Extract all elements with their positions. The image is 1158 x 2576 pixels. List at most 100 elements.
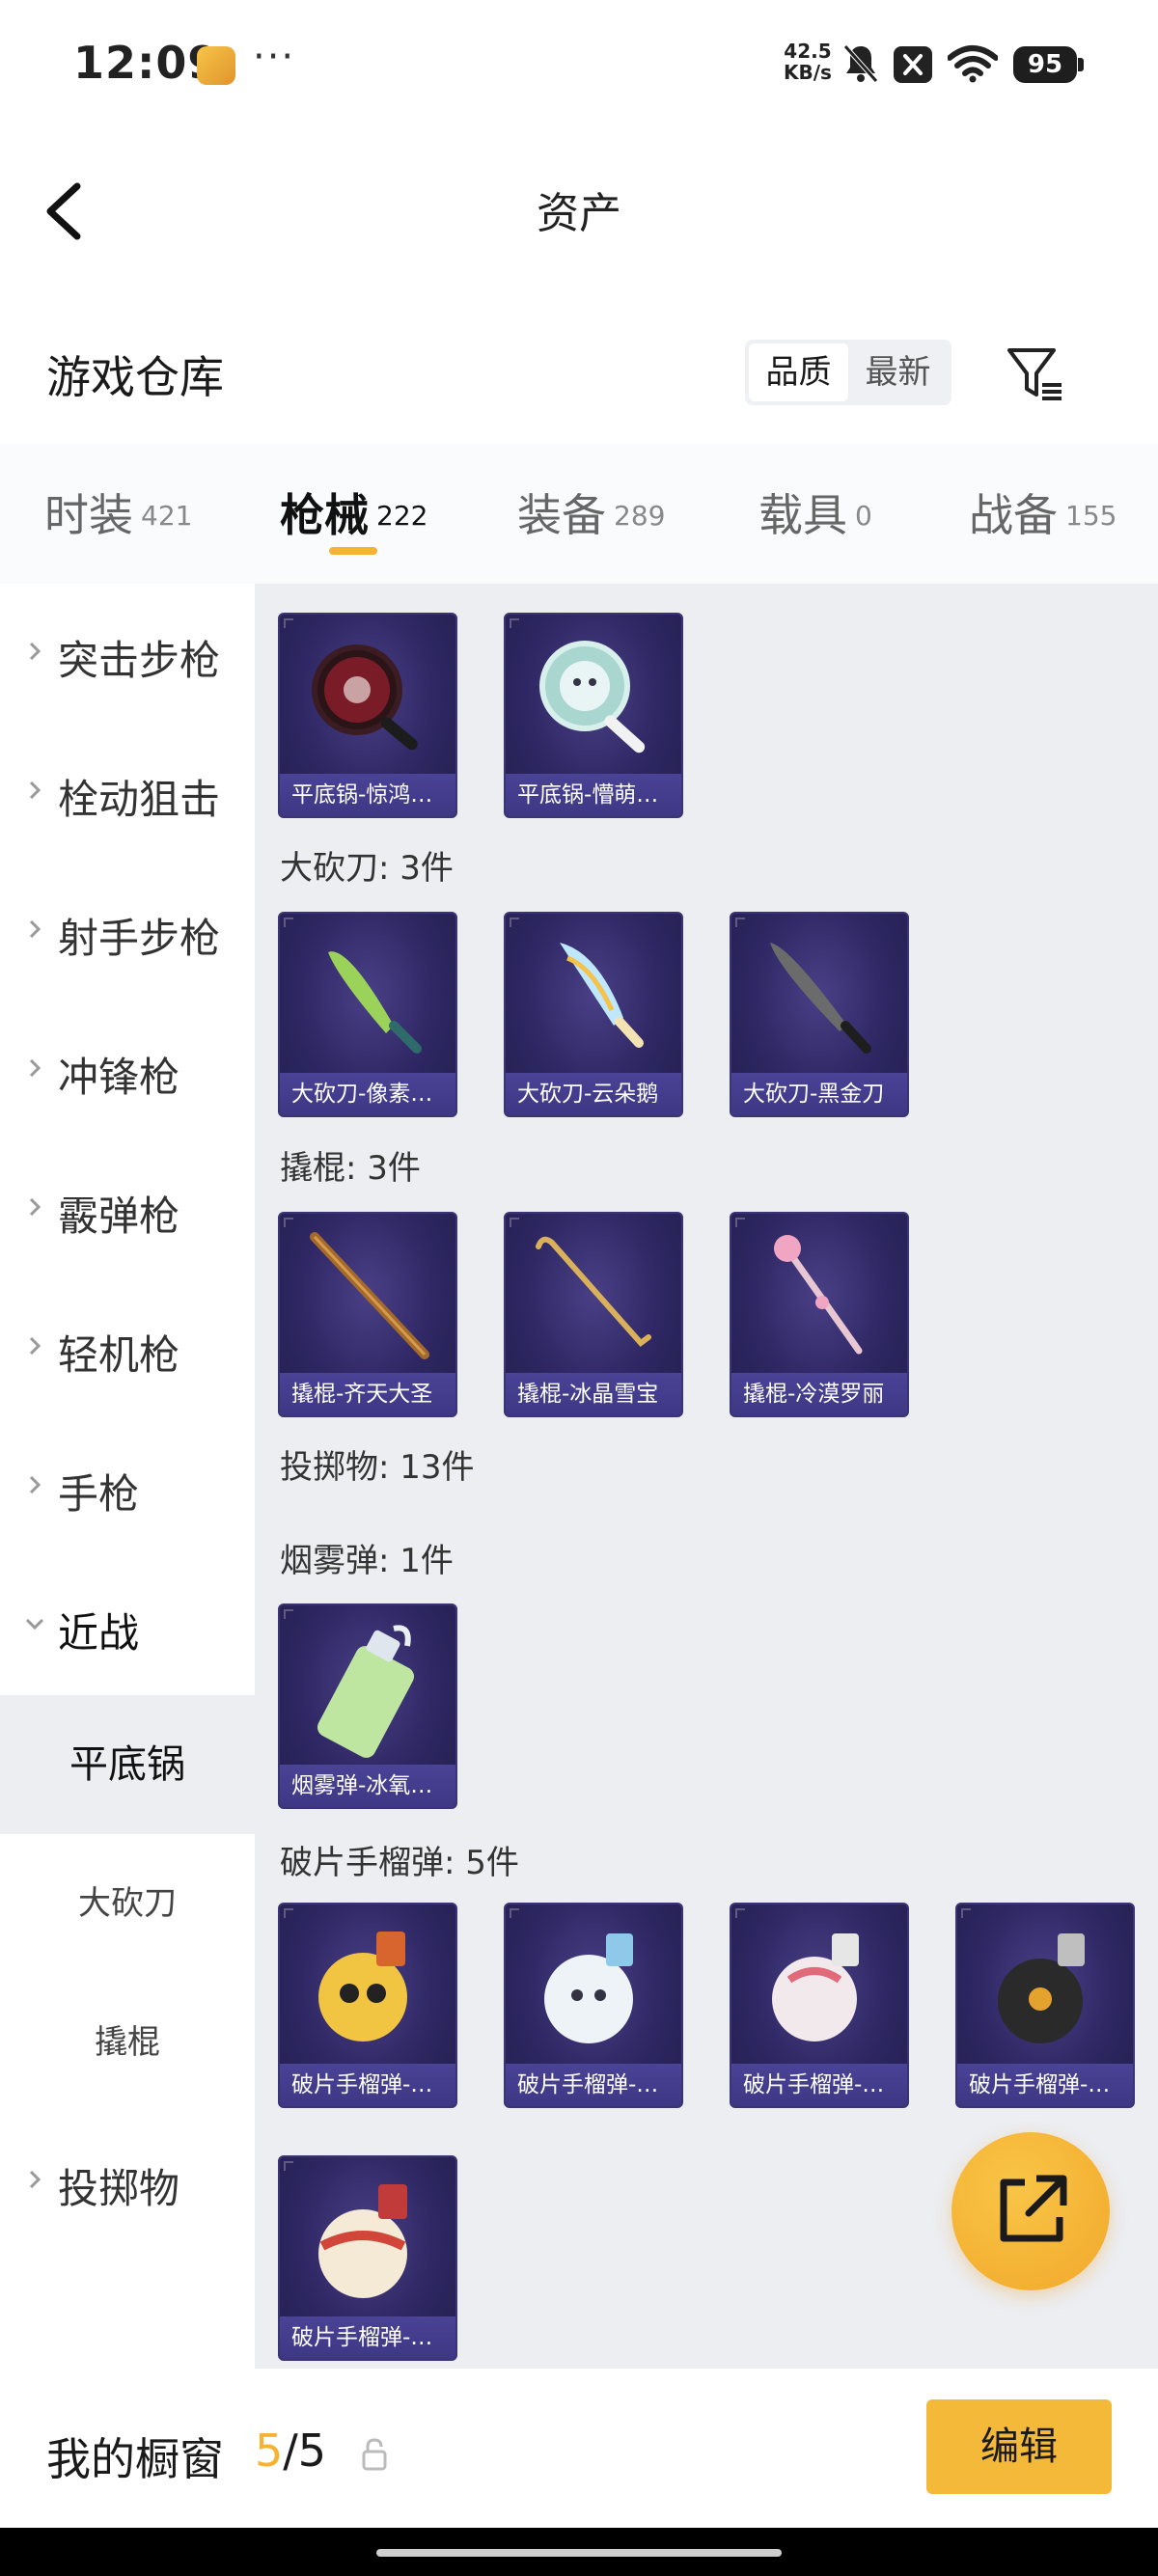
tab-count: 421 — [141, 499, 193, 532]
chevron-right-icon — [29, 919, 41, 939]
more-notifications-icon: ··· — [253, 35, 296, 79]
item-card[interactable]: 破片手榴弹-… — [278, 1903, 457, 2108]
tab-count: 222 — [376, 499, 428, 532]
chevron-right-icon — [29, 1197, 41, 1217]
machete-icon — [560, 943, 644, 1048]
bell-muted-icon — [843, 44, 878, 83]
item-card[interactable]: 破片手榴弹-… — [955, 1903, 1135, 2108]
item-card-label: 平底锅-懵萌… — [506, 774, 681, 816]
chevron-right-icon — [29, 642, 41, 661]
sidebar-item-lmg[interactable]: 轻机枪 — [0, 1278, 255, 1417]
system-nav-bar — [0, 2528, 1158, 2576]
sidebar-item-label: 栓动狙击 — [58, 776, 221, 823]
item-card[interactable]: 破片手榴弹-… — [504, 1903, 683, 2108]
showcase-bar: 我的橱窗 5/5 编辑 — [0, 2369, 1158, 2528]
frag-grenade-icon — [318, 2184, 407, 2298]
share-external-icon — [1000, 2175, 1067, 2242]
page-title: 资产 — [537, 189, 621, 238]
network-speed: 42.5 KB/s — [784, 41, 832, 83]
item-card-label: 破片手榴弹-… — [731, 2064, 907, 2106]
item-card[interactable]: 平底锅-惊鸿… — [278, 613, 457, 818]
sidebar-item-label: 突击步枪 — [58, 637, 221, 684]
sidebar-subitem-pan[interactable]: 平底锅 — [0, 1695, 255, 1834]
sidebar-item-shotgun[interactable]: 霰弹枪 — [0, 1139, 255, 1278]
item-card[interactable]: 大砍刀-像素… — [278, 912, 457, 1117]
sidebar-subitem-machete[interactable]: 大砍刀 — [0, 1834, 255, 1973]
tab-label: 战备 — [969, 489, 1058, 541]
item-card-label: 大砍刀-云朵鹅 — [506, 1073, 681, 1115]
showcase-count-current: 5 — [255, 2425, 284, 2477]
category-sidebar: 突击步枪 栓动狙击 射手步枪 冲锋枪 霰弹枪 轻机枪 手枪 近战 平底锅 大砍刀… — [0, 584, 255, 2369]
sidebar-item-throwables[interactable]: 投掷物 — [0, 2112, 255, 2251]
item-card[interactable]: 破片手榴弹-… — [278, 2155, 457, 2361]
item-card-label: 撬棍-齐天大圣 — [280, 1373, 455, 1415]
wifi-icon — [948, 45, 998, 83]
tab-vehicles[interactable]: 载具 0 — [758, 480, 872, 544]
tab-label: 时装 — [44, 489, 133, 541]
machete-icon — [328, 951, 422, 1054]
frag-grenade-icon — [998, 1933, 1085, 2043]
item-card-label: 大砍刀-像素… — [280, 1073, 455, 1115]
status-bar: 12:09 ··· 42.5 KB/s 95 — [0, 0, 1158, 130]
item-card-label: 破片手榴弹-… — [280, 2064, 455, 2106]
tab-label: 装备 — [517, 489, 606, 541]
sidebar-item-assault-rifle[interactable]: 突击步枪 — [0, 584, 255, 723]
tab-firearms[interactable]: 枪械 222 — [280, 480, 427, 544]
chevron-down-icon — [25, 1618, 44, 1631]
showcase-count-total: /5 — [283, 2425, 327, 2477]
tab-gear[interactable]: 战备 155 — [969, 480, 1117, 544]
lock-icon — [362, 2438, 387, 2471]
section-heading-throwables: 投掷物: 13件 — [280, 1448, 475, 1487]
category-tabs: 时装 421 枪械 222 装备 289 载具 0 战备 155 — [0, 444, 1158, 584]
item-card[interactable]: 撬棍-冰晶雪宝 — [504, 1212, 683, 1417]
item-card-label: 大砍刀-黑金刀 — [731, 1073, 907, 1115]
tab-count: 289 — [614, 499, 666, 532]
item-card[interactable]: 撬棍-齐天大圣 — [278, 1212, 457, 1417]
filter-icon[interactable] — [1004, 343, 1065, 404]
item-card-label: 破片手榴弹-… — [280, 2316, 455, 2359]
sidebar-item-pistol[interactable]: 手枪 — [0, 1417, 255, 1556]
item-card[interactable]: 撬棍-冷漠罗丽 — [730, 1212, 909, 1417]
sidebar-item-melee[interactable]: 近战 — [0, 1556, 255, 1695]
item-card[interactable]: 平底锅-懵萌… — [504, 613, 683, 818]
sidebar-subitem-crowbar[interactable]: 撬棍 — [0, 1973, 255, 2112]
crowbar-icon — [310, 1232, 429, 1359]
chevron-right-icon — [29, 1475, 41, 1494]
sidebar-item-smg[interactable]: 冲锋枪 — [0, 1000, 255, 1139]
item-card[interactable]: 破片手榴弹-… — [730, 1903, 909, 2108]
frag-grenade-icon — [772, 1933, 859, 2042]
sort-by-newest-button[interactable]: 最新 — [848, 343, 948, 401]
share-button[interactable] — [951, 2132, 1110, 2290]
x-notification-icon — [894, 46, 932, 83]
sidebar-item-label: 霰弹枪 — [58, 1192, 180, 1240]
frag-grenade-icon — [318, 1932, 407, 2042]
item-card[interactable]: 大砍刀-云朵鹅 — [504, 912, 683, 1117]
sidebar-item-marksman-rifle[interactable]: 射手步枪 — [0, 862, 255, 1000]
sort-by-quality-button[interactable]: 品质 — [749, 343, 848, 401]
edit-button[interactable]: 编辑 — [926, 2399, 1112, 2494]
network-speed-unit: KB/s — [784, 61, 832, 84]
home-indicator[interactable] — [376, 2549, 782, 2557]
tab-equipment[interactable]: 装备 289 — [517, 480, 665, 544]
sidebar-item-label: 轻机枪 — [58, 1331, 180, 1379]
frying-pan-icon — [539, 641, 646, 754]
item-card-label: 烟雾弹-冰氧… — [280, 1765, 455, 1807]
active-tab-indicator — [329, 547, 377, 555]
section-title: 游戏仓库 — [46, 351, 224, 403]
chevron-right-icon — [29, 1336, 41, 1356]
tab-fashion[interactable]: 时装 421 — [44, 480, 192, 544]
chevron-right-icon — [29, 1058, 41, 1078]
item-card[interactable]: 大砍刀-黑金刀 — [730, 912, 909, 1117]
frying-pan-icon — [312, 644, 418, 751]
sidebar-item-label: 投掷物 — [58, 2165, 180, 2212]
item-card[interactable]: 烟雾弹-冰氧… — [278, 1603, 457, 1809]
machete-icon — [770, 943, 871, 1054]
item-card-label: 撬棍-冷漠罗丽 — [731, 1373, 907, 1415]
sidebar-item-bolt-sniper[interactable]: 栓动狙击 — [0, 723, 255, 862]
section-heading-crowbar: 撬棍: 3件 — [280, 1149, 421, 1188]
header: 资产 — [0, 130, 1158, 289]
section-heading-smoke: 烟雾弹: 1件 — [280, 1542, 454, 1580]
item-card-label: 平底锅-惊鸿… — [280, 774, 455, 816]
showcase-count: 5/5 — [255, 2425, 326, 2477]
item-card-label: 破片手榴弹-… — [506, 2064, 681, 2106]
